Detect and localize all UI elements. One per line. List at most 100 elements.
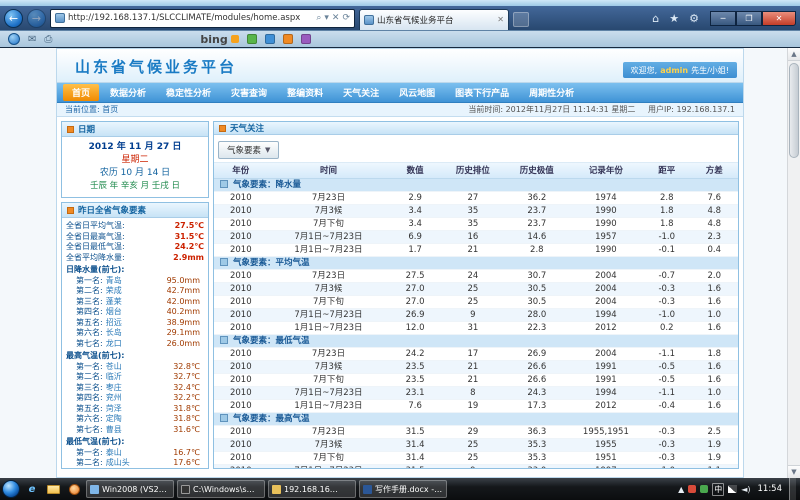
toolbar-icon-orange[interactable] bbox=[283, 34, 293, 44]
nav-item-8[interactable]: 周期性分析 bbox=[520, 84, 583, 101]
element-filter-button[interactable]: 气象要素 ▼ bbox=[218, 141, 279, 159]
bing-logo[interactable]: bing bbox=[200, 33, 227, 46]
taskbar-item-3[interactable]: 写作手册.docx -… bbox=[359, 480, 447, 498]
show-desktop-button[interactable] bbox=[789, 478, 796, 500]
nav-item-1[interactable]: 数据分析 bbox=[101, 84, 155, 101]
taskbar-clock[interactable]: 11:54 bbox=[755, 484, 786, 494]
station-link[interactable]: 龙口 bbox=[106, 339, 122, 350]
table-row[interactable]: 20107月1日~7月23日23.1824.31994-1.11.0 bbox=[214, 386, 738, 399]
dropdown-arrow-icon[interactable]: ▾ bbox=[324, 13, 329, 23]
group-collapse-icon[interactable] bbox=[220, 336, 228, 344]
table-row[interactable]: 20107月23日2.92736.219742.87.6 bbox=[214, 191, 738, 204]
table-row[interactable]: 20107月23日31.52936.31955,1951-0.32.5 bbox=[214, 425, 738, 438]
table-row[interactable]: 20101月1日~7月23日7.61917.32012-0.41.6 bbox=[214, 399, 738, 412]
refresh-icon[interactable]: ⟳ bbox=[342, 13, 350, 23]
station-link[interactable]: 长岛 bbox=[106, 328, 122, 339]
tab-close-icon[interactable]: ✕ bbox=[497, 15, 504, 24]
station-link[interactable]: 烟台 bbox=[106, 307, 122, 318]
url-text[interactable]: http://192.168.137.1/SLCCLIMATE/modules/… bbox=[68, 13, 313, 23]
table-row[interactable]: 20107月下旬3.43523.719901.84.8 bbox=[214, 217, 738, 230]
start-button[interactable] bbox=[2, 480, 20, 498]
table-row[interactable]: 20101月1日~7月23日12.03122.320120.21.6 bbox=[214, 321, 738, 334]
nav-item-3[interactable]: 灾害查询 bbox=[222, 84, 276, 101]
table-row[interactable]: 20107月3候23.52126.61991-0.51.6 bbox=[214, 360, 738, 373]
nav-item-4[interactable]: 整编资料 bbox=[278, 84, 332, 101]
new-tab-button[interactable] bbox=[513, 12, 529, 27]
taskbar-item-0[interactable]: Win2008 (VS2… bbox=[86, 480, 174, 498]
station-link[interactable]: 临沂 bbox=[106, 372, 122, 383]
nav-item-7[interactable]: 图表下行产品 bbox=[446, 84, 518, 101]
table-row[interactable]: 20107月1日~7月23日6.91614.61957-1.02.3 bbox=[214, 230, 738, 243]
table-group-row[interactable]: 气象要素：最高气温 bbox=[214, 412, 738, 425]
table-row[interactable]: 20107月3候27.02530.52004-0.31.6 bbox=[214, 282, 738, 295]
table-group-row[interactable]: 气象要素：平均气温 bbox=[214, 256, 738, 269]
back-button[interactable]: ← bbox=[4, 9, 23, 28]
tray-app-icon-red[interactable] bbox=[688, 485, 696, 493]
station-link[interactable]: 成山头 bbox=[106, 458, 130, 469]
table-row[interactable]: 20107月3候31.42535.31955-0.31.9 bbox=[214, 438, 738, 451]
group-collapse-icon[interactable] bbox=[220, 414, 228, 422]
stop-icon[interactable]: ✕ bbox=[332, 13, 340, 23]
address-bar[interactable]: http://192.168.137.1/SLCCLIMATE/modules/… bbox=[50, 9, 355, 28]
table-row[interactable]: 20107月23日24.21726.92004-1.11.8 bbox=[214, 347, 738, 360]
table-row[interactable]: 20107月下旬23.52126.61991-0.51.6 bbox=[214, 373, 738, 386]
table-cell: -0.3 bbox=[643, 438, 690, 451]
vertical-scrollbar[interactable]: ▲ ▼ bbox=[787, 48, 800, 478]
ie-taskbar-icon[interactable]: e bbox=[23, 481, 41, 497]
station-link[interactable]: 蓬莱 bbox=[106, 297, 122, 308]
browser-tab[interactable]: 山东省气候业务平台 ✕ bbox=[359, 9, 509, 30]
home-icon[interactable]: ⌂ bbox=[649, 12, 662, 25]
settings-gear-icon[interactable]: ⚙ bbox=[686, 12, 702, 25]
toolbar-icon-green[interactable] bbox=[247, 34, 257, 44]
group-collapse-icon[interactable] bbox=[220, 180, 228, 188]
table-row[interactable]: 20107月1日~7月23日26.9928.01994-1.01.0 bbox=[214, 308, 738, 321]
toolbar-icon-blue[interactable] bbox=[265, 34, 275, 44]
scrollbar-thumb[interactable] bbox=[789, 63, 799, 158]
station-link[interactable]: 泰山 bbox=[106, 448, 122, 459]
search-icon[interactable]: ⌕ bbox=[316, 13, 321, 23]
nav-item-2[interactable]: 稳定性分析 bbox=[157, 84, 220, 101]
explorer-taskbar-icon[interactable] bbox=[44, 481, 62, 497]
station-link[interactable]: 长岛 bbox=[106, 469, 122, 470]
station-link[interactable]: 兖州 bbox=[106, 393, 122, 404]
station-link[interactable]: 荣成 bbox=[106, 286, 122, 297]
table-row[interactable]: 20107月23日27.52430.72004-0.72.0 bbox=[214, 269, 738, 282]
maximize-button[interactable]: ❐ bbox=[736, 11, 762, 26]
forward-button[interactable]: → bbox=[27, 9, 46, 28]
network-icon[interactable] bbox=[728, 485, 737, 493]
media-player-taskbar-icon[interactable] bbox=[65, 481, 83, 497]
volume-icon[interactable]: ◄) bbox=[741, 485, 750, 494]
station-link[interactable]: 苍山 bbox=[106, 362, 122, 373]
station-link[interactable]: 青岛 bbox=[106, 276, 122, 287]
quick-launch-icon[interactable] bbox=[8, 33, 20, 45]
group-collapse-icon[interactable] bbox=[220, 258, 228, 266]
tray-app-icon-green[interactable] bbox=[700, 485, 708, 493]
tray-expand-icon[interactable]: ▲ bbox=[678, 485, 684, 494]
scroll-down-arrow[interactable]: ▼ bbox=[788, 465, 800, 478]
station-link[interactable]: 定陶 bbox=[106, 414, 122, 425]
table-row[interactable]: 20107月下旬27.02530.52004-0.31.6 bbox=[214, 295, 738, 308]
minimize-button[interactable]: ─ bbox=[710, 11, 736, 26]
mail-icon[interactable]: ✉ bbox=[28, 34, 36, 45]
table-group-row[interactable]: 气象要素：最低气温 bbox=[214, 334, 738, 347]
language-indicator[interactable]: 中 bbox=[712, 483, 724, 496]
close-button[interactable]: ✕ bbox=[762, 11, 796, 26]
print-icon[interactable]: ⎙ bbox=[44, 34, 52, 45]
scroll-up-arrow[interactable]: ▲ bbox=[788, 48, 800, 61]
table-row[interactable]: 20107月3候3.43523.719901.84.8 bbox=[214, 204, 738, 217]
station-link[interactable]: 曹县 bbox=[106, 425, 122, 436]
favorites-star-icon[interactable]: ★ bbox=[666, 12, 682, 25]
station-link[interactable]: 菏泽 bbox=[106, 404, 122, 415]
nav-item-0[interactable]: 首页 bbox=[63, 84, 99, 101]
taskbar-item-2[interactable]: 192.168.16… bbox=[268, 480, 356, 498]
taskbar-item-1[interactable]: C:\Windows\s… bbox=[177, 480, 265, 498]
station-link[interactable]: 招远 bbox=[106, 318, 122, 329]
table-row[interactable]: 20107月下旬31.42535.31951-0.31.9 bbox=[214, 451, 738, 464]
table-row[interactable]: 20107月1日~7月23日31.5933.01997-1.01.1 bbox=[214, 464, 738, 469]
nav-item-5[interactable]: 天气关注 bbox=[334, 84, 388, 101]
table-group-row[interactable]: 气象要素：降水量 bbox=[214, 178, 738, 191]
station-link[interactable]: 枣庄 bbox=[106, 383, 122, 394]
nav-item-6[interactable]: 风云地图 bbox=[390, 84, 444, 101]
toolbar-icon-purple[interactable] bbox=[301, 34, 311, 44]
table-row[interactable]: 20101月1日~7月23日1.7212.81990-0.10.4 bbox=[214, 243, 738, 256]
